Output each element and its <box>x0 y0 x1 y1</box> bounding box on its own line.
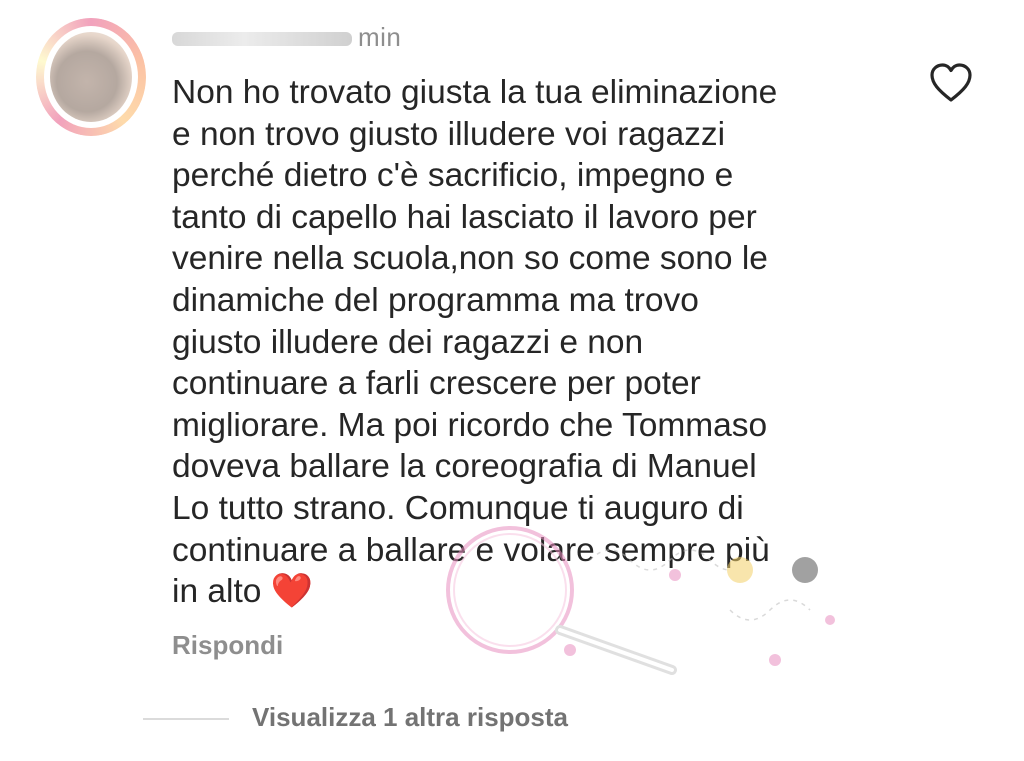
like-button[interactable] <box>928 62 974 104</box>
replies-divider <box>143 718 229 720</box>
reply-button[interactable]: Rispondi <box>172 630 283 661</box>
comment-item: min Non ho trovato giusta la tua elimina… <box>0 0 1024 761</box>
avatar[interactable] <box>36 18 146 136</box>
comment-header: min <box>172 22 401 56</box>
username-redacted[interactable] <box>172 32 352 47</box>
comment-timestamp: min <box>358 22 402 52</box>
comment-text: Non ho trovato giusta la tua eliminazion… <box>172 74 778 611</box>
comment-body: Non ho trovato giusta la tua eliminazion… <box>172 72 882 613</box>
view-replies-button[interactable]: Visualizza 1 altra risposta <box>252 702 568 733</box>
heart-outline-icon <box>930 63 972 102</box>
red-heart-emoji: ❤️ <box>270 572 314 611</box>
